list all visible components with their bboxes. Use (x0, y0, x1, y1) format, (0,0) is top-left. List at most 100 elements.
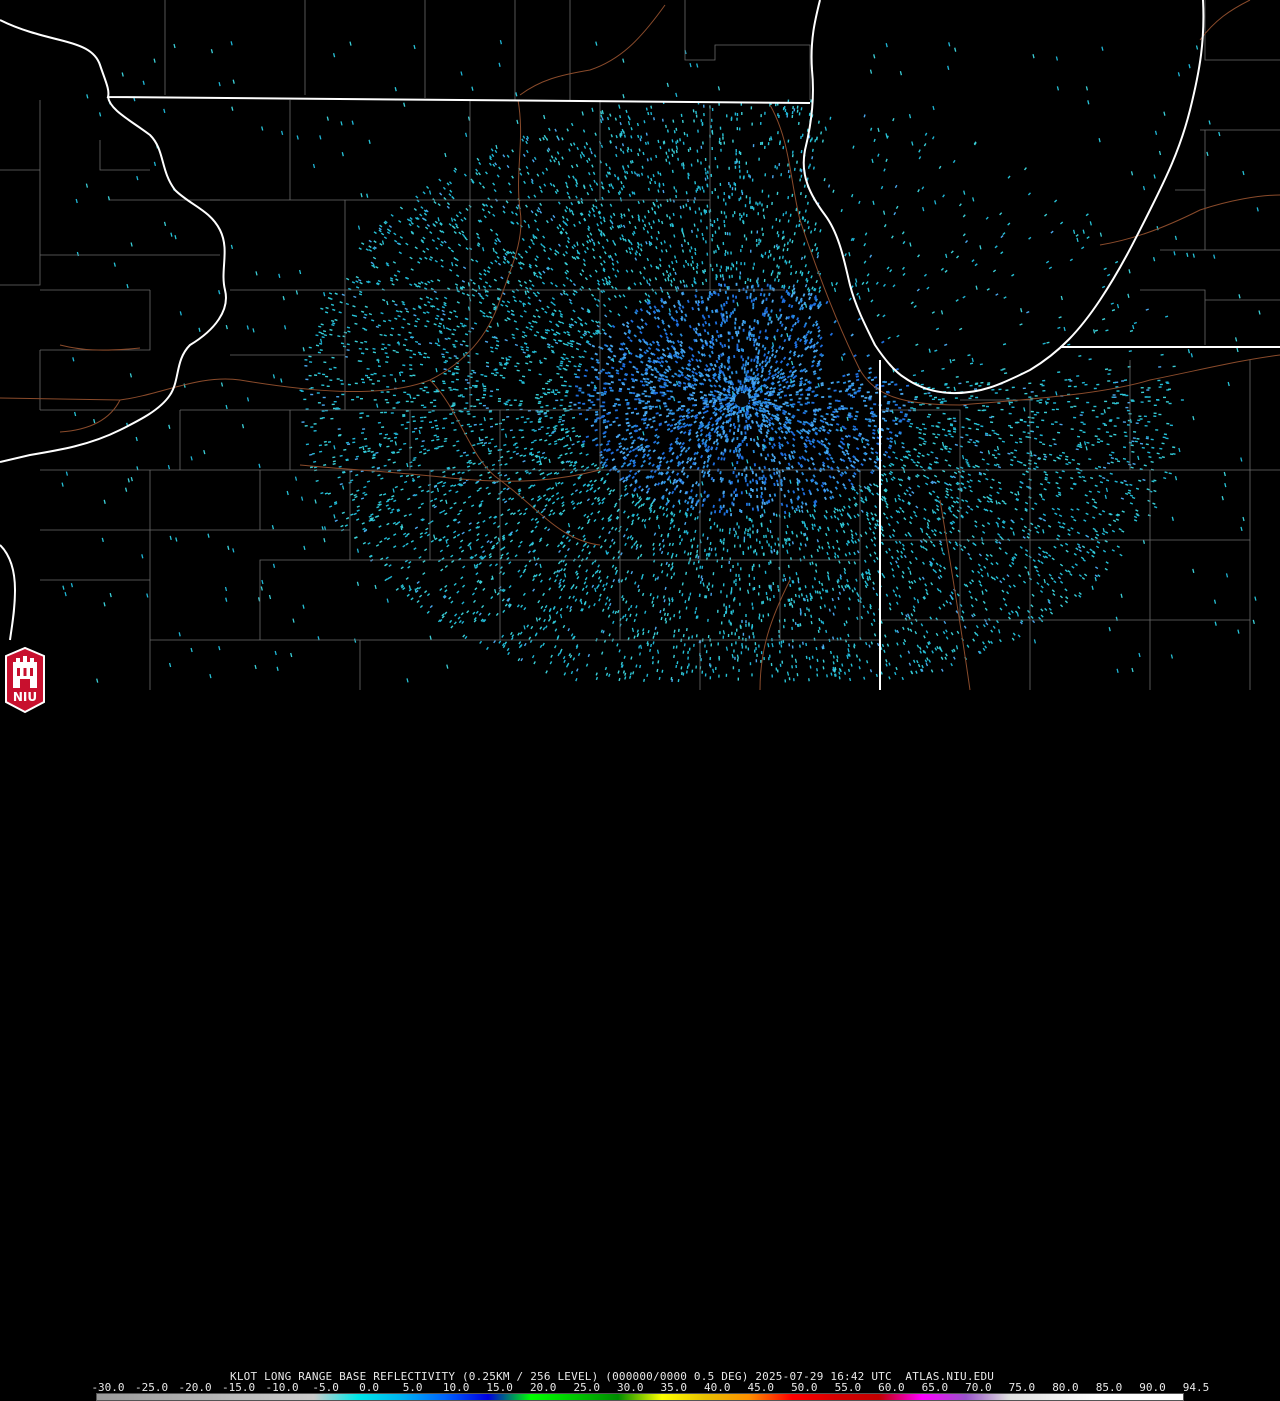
echo-gate (462, 341, 465, 342)
echo-gate (816, 564, 817, 567)
echo-gate (1169, 473, 1172, 474)
echo-gate (620, 115, 621, 118)
echo-gate (869, 372, 872, 373)
echo-gate (1100, 482, 1103, 483)
echo-gate (695, 211, 696, 214)
echo-gate (998, 454, 1001, 455)
echo-gate (415, 439, 418, 440)
echo-gate (1103, 467, 1106, 468)
echo-gate (644, 413, 647, 414)
echo-gate (724, 374, 725, 377)
echo-gate (867, 660, 868, 663)
echo-gate (695, 281, 696, 284)
echo-gate (1044, 472, 1047, 473)
echo-gate (842, 426, 845, 427)
echo-gate (441, 446, 444, 447)
echo-gate (637, 437, 640, 438)
echo-gate (709, 355, 710, 358)
echo-gate (919, 437, 922, 438)
echo-gate (800, 613, 801, 616)
echo-gate (682, 672, 683, 675)
echo-gate (1056, 483, 1059, 484)
echo-gate (1076, 468, 1079, 469)
echo-gate (722, 322, 723, 325)
echo-gate (675, 256, 676, 259)
echo-gate (659, 677, 660, 680)
echo-gate (596, 360, 599, 361)
echo-gate (819, 121, 820, 124)
echo-gate (798, 320, 799, 323)
echo-gate (722, 345, 723, 348)
echo-gate (641, 419, 644, 420)
echo-gate (848, 644, 849, 647)
echo-gate (867, 444, 870, 445)
echo-gate (776, 350, 777, 353)
echo-gate (1161, 355, 1164, 356)
echo-gate (651, 644, 652, 647)
echo-gate (815, 590, 816, 593)
echo-gate (801, 304, 802, 307)
echo-gate (801, 531, 802, 534)
echo-gate (806, 643, 807, 646)
echo-gate (780, 321, 781, 324)
echo-gate (530, 449, 533, 450)
echo-gate (353, 296, 356, 297)
echo-gate (653, 661, 654, 664)
echo-gate (836, 424, 839, 425)
echo-gate (679, 420, 682, 421)
echo-gate (1023, 465, 1026, 466)
echo-gate (639, 646, 640, 649)
echo-gate (772, 270, 773, 273)
echo-gate (568, 361, 571, 362)
echo-gate (818, 630, 819, 633)
echo-gate (644, 120, 645, 123)
echo-gate (696, 607, 697, 610)
echo-gate (707, 307, 708, 310)
echo-gate (836, 430, 839, 431)
echo-gate (807, 538, 808, 541)
echo-gate (1134, 323, 1137, 324)
echo-gate (496, 341, 499, 342)
echo-gate (1162, 443, 1165, 444)
echo-gate (1043, 459, 1046, 460)
echo-gate (948, 451, 951, 452)
echo-gate (642, 385, 645, 386)
echo-gate (674, 488, 675, 491)
echo-gate (712, 293, 713, 296)
echo-gate (648, 142, 649, 145)
echo-gate (682, 292, 683, 295)
echo-gate (869, 368, 872, 369)
echo-gate (974, 423, 977, 424)
echo-gate (888, 447, 891, 448)
echo-gate (633, 440, 636, 441)
echo-gate (702, 504, 703, 507)
echo-gate (833, 190, 834, 193)
echo-gate (645, 373, 648, 374)
echo-gate (393, 462, 396, 463)
echo-gate (760, 363, 761, 366)
echo-gate (785, 578, 786, 581)
echo-gate (627, 150, 628, 153)
echo-gate (692, 501, 693, 504)
echo-gate (657, 237, 658, 240)
echo-gate (664, 599, 665, 602)
echo-gate (672, 543, 673, 546)
echo-gate (782, 347, 783, 350)
echo-gate (601, 111, 602, 114)
echo-gate (788, 599, 789, 602)
echo-gate (460, 344, 463, 345)
echo-gate (662, 670, 663, 673)
echo-gate (774, 513, 775, 516)
echo-gate (1044, 456, 1047, 457)
echo-gate (359, 447, 362, 448)
echo-gate (1110, 473, 1113, 474)
echo-gate (683, 651, 684, 654)
echo-gate (565, 429, 568, 430)
echo-gate (800, 307, 801, 310)
echo-gate (348, 331, 351, 332)
echo-gate (754, 439, 755, 442)
echo-gate (806, 479, 807, 482)
echo-gate (626, 110, 627, 113)
echo-gate (809, 166, 810, 169)
echo-gate (398, 316, 401, 317)
